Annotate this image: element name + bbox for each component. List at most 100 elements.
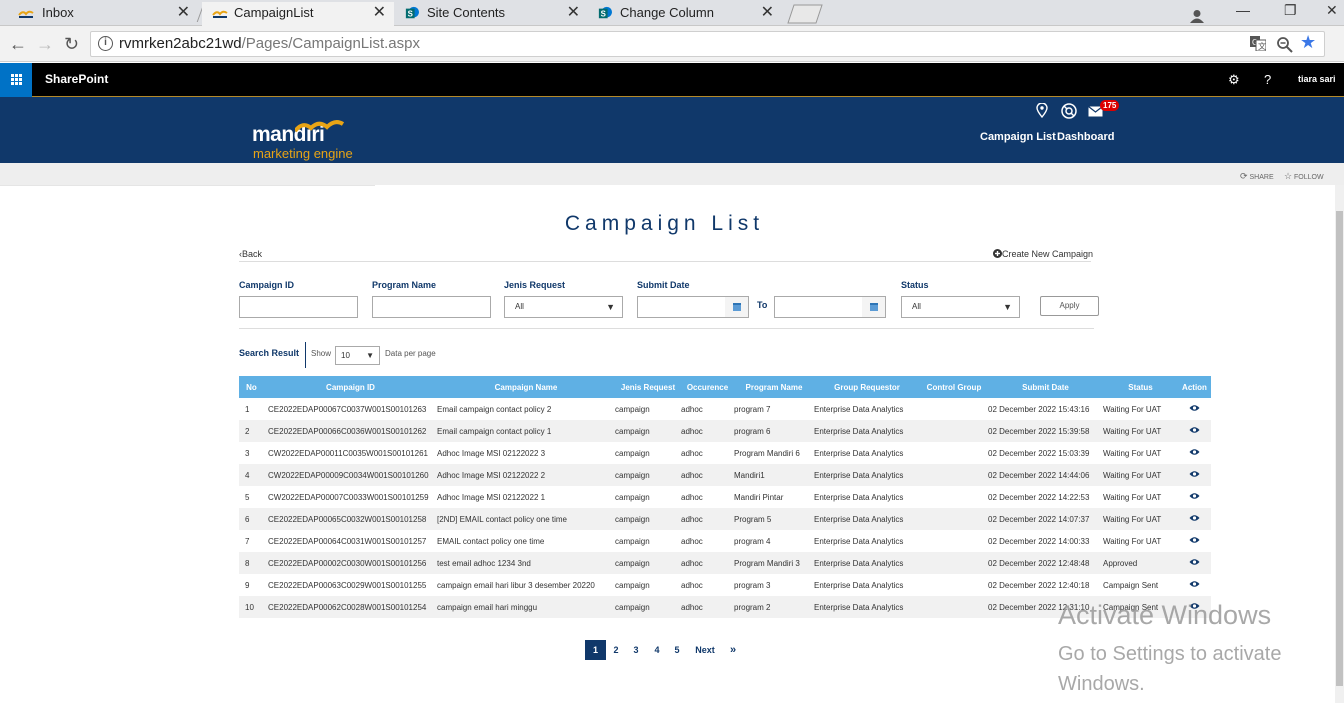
maximize-icon[interactable]: ❐ [1284, 2, 1297, 19]
user-name[interactable]: tiara sari [1298, 63, 1336, 96]
help-icon[interactable]: ? [1264, 63, 1271, 96]
col-submit-date[interactable]: Submit Date [988, 376, 1103, 398]
follow-button[interactable]: ☆ FOLLOW [1284, 171, 1324, 182]
status-label: Status [901, 280, 929, 290]
page-scrollbar[interactable] [1335, 185, 1344, 703]
col-campaign-id[interactable]: Campaign ID [264, 376, 437, 398]
table-row: 6 CE2022EDAP00065C0032W001S00101258 [2ND] … [239, 508, 1211, 530]
tab-change-column[interactable]: S Change Column ✕ [590, 2, 782, 26]
url-field[interactable]: i rvmrken2abc21wd/Pages/CampaignList.asp… [90, 31, 1325, 57]
tab-label: Inbox [42, 5, 74, 20]
cell-no: 4 [239, 464, 264, 486]
table-header-row: No Campaign ID Campaign Name Jenis Reque… [239, 376, 1211, 398]
share-button[interactable]: ⟳ SHARE [1240, 171, 1274, 182]
tab-site-contents[interactable]: S Site Contents ✕ [396, 2, 588, 26]
program-name-label: Program Name [372, 280, 437, 290]
campaign-id-input[interactable] [239, 296, 358, 318]
campaign-table: No Campaign ID Campaign Name Jenis Reque… [239, 376, 1211, 618]
cell-campaign-id: CE2022EDAP00062C0028W001S00101254 [264, 596, 437, 618]
cell-submit-date: 02 December 2022 14:00:33 [988, 536, 1090, 546]
app-launcher-icon[interactable] [0, 63, 32, 97]
select-value: All [912, 302, 921, 311]
forward-arrow-icon[interactable]: → [36, 34, 54, 55]
sharepoint-favicon-icon: S [405, 6, 419, 19]
calendar-to-button[interactable] [862, 296, 886, 318]
follow-label: FOLLOW [1294, 174, 1324, 181]
cell-action [1178, 486, 1211, 508]
status-select[interactable]: All ▼ [901, 296, 1020, 318]
zoom-icon[interactable] [1277, 37, 1293, 53]
cell-control-group [920, 596, 988, 618]
view-eye-icon[interactable] [1189, 514, 1200, 522]
nav-campaign-list[interactable]: Campaign List [980, 131, 1056, 143]
jenis-request-select[interactable]: All ▼ [504, 296, 623, 318]
back-link[interactable]: ‹Back [239, 249, 262, 259]
translate-icon[interactable]: G文 [1250, 36, 1266, 51]
page-button-3[interactable]: 3 [631, 640, 641, 660]
submit-date-from-input[interactable] [637, 296, 726, 318]
close-tab-icon[interactable]: ✕ [373, 2, 386, 24]
cell-occurence: adhoc [681, 596, 734, 618]
reload-icon[interactable]: ↻ [64, 34, 79, 55]
program-name-input[interactable] [372, 296, 491, 318]
view-eye-icon[interactable] [1189, 492, 1200, 500]
sharepoint-brand[interactable]: SharePoint [45, 63, 108, 96]
profile-icon[interactable] [1190, 9, 1204, 23]
close-tab-icon[interactable]: ✕ [567, 2, 580, 24]
page-button-5[interactable]: 5 [672, 640, 682, 660]
cell-jenis-request: campaign [615, 448, 650, 458]
apply-button[interactable]: Apply [1040, 296, 1099, 316]
create-new-campaign-link[interactable]: Create New Campaign [993, 249, 1093, 259]
caret-down-icon: ▼ [366, 351, 374, 360]
view-eye-icon[interactable] [1189, 580, 1200, 588]
url-host: rvmrken2abc21wd [119, 35, 242, 52]
view-eye-icon[interactable] [1189, 448, 1200, 456]
next-page-button[interactable]: Next [693, 640, 717, 660]
close-tab-icon[interactable]: ✕ [761, 2, 774, 24]
view-eye-icon[interactable] [1189, 558, 1200, 566]
bookmark-star-icon[interactable]: ★ [1300, 32, 1316, 53]
share-label: SHARE [1249, 174, 1274, 181]
page-button-2[interactable]: 2 [611, 640, 621, 660]
tab-inbox[interactable]: Inbox ✕ [0, 2, 198, 26]
cell-occurence: adhoc [681, 552, 734, 574]
view-eye-icon[interactable] [1189, 470, 1200, 478]
col-campaign-name[interactable]: Campaign Name [437, 376, 615, 398]
nav-dashboard[interactable]: Dashboard [1057, 131, 1114, 143]
col-control-group[interactable]: Control Group [920, 376, 988, 398]
settings-gear-icon[interactable]: ⚙ [1228, 63, 1240, 96]
minimize-icon[interactable]: — [1236, 2, 1250, 18]
col-jenis-request[interactable]: Jenis Request [615, 376, 681, 398]
submit-date-to-input[interactable] [774, 296, 863, 318]
support-icon[interactable] [1061, 103, 1077, 119]
cell-status: Waiting For UAT [1103, 508, 1178, 530]
calendar-from-button[interactable] [725, 296, 749, 318]
cell-submit-date: 02 December 2022 15:43:16 [988, 404, 1090, 414]
back-arrow-icon[interactable]: ← [9, 34, 27, 55]
view-eye-icon[interactable] [1189, 536, 1200, 544]
last-page-button[interactable]: » [727, 640, 739, 660]
col-group-requestor[interactable]: Group Requestor [814, 376, 920, 398]
info-icon[interactable]: i [98, 36, 113, 51]
page-button-1[interactable]: 1 [585, 640, 606, 660]
mandiri-favicon-icon [212, 10, 228, 18]
view-eye-icon[interactable] [1189, 426, 1200, 434]
tab-campaignlist[interactable]: CampaignList ✕ [202, 2, 394, 26]
cell-campaign-id: CE2022EDAP00002C0030W001S00101256 [264, 552, 437, 574]
per-page-select[interactable]: 10 ▼ [335, 346, 380, 365]
col-occurence[interactable]: Occurence [681, 376, 734, 398]
close-tab-icon[interactable]: ✕ [177, 2, 190, 24]
new-tab-button[interactable] [786, 4, 824, 24]
window-close-icon[interactable]: ✕ [1326, 2, 1338, 19]
cell-no: 1 [245, 404, 250, 414]
page-button-4[interactable]: 4 [652, 640, 662, 660]
scrollbar-thumb[interactable] [1336, 211, 1343, 686]
cell-jenis-request: campaign [615, 508, 681, 530]
col-no[interactable]: No [239, 376, 264, 398]
divider [0, 185, 375, 186]
svg-text:S: S [408, 10, 413, 19]
col-status[interactable]: Status [1103, 376, 1178, 398]
col-program-name[interactable]: Program Name [734, 376, 814, 398]
location-pin-icon[interactable] [1036, 103, 1048, 118]
view-eye-icon[interactable] [1189, 404, 1200, 412]
